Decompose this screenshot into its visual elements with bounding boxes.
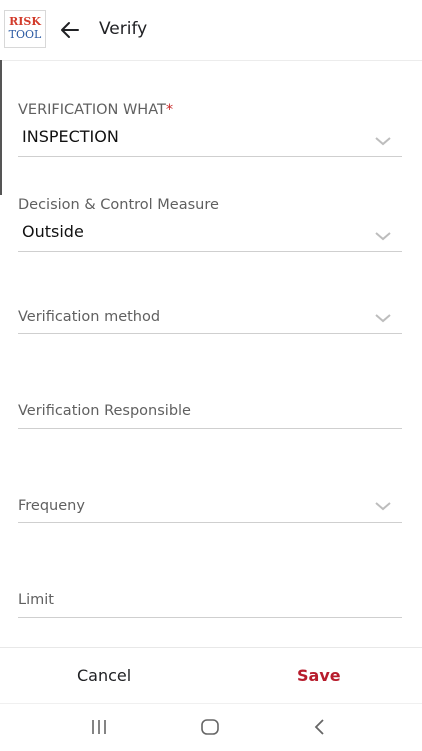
limit-input[interactable]: Limit — [18, 584, 402, 618]
frequency-label: Frequeny — [18, 498, 85, 514]
verification-what-value: INSPECTION — [22, 127, 119, 146]
logo-line2: TOOL — [8, 28, 42, 41]
verification-responsible-input[interactable]: Verification Responsible — [18, 395, 402, 429]
back-button[interactable] — [56, 16, 84, 44]
page-title: Verify — [99, 19, 148, 39]
decision-control-label: Decision & Control Measure — [18, 197, 219, 213]
decision-control-select[interactable]: Decision & Control Measure Outside — [18, 191, 402, 252]
verification-method-label: Verification method — [18, 309, 161, 325]
verification-method-select[interactable]: Verification method — [18, 300, 402, 334]
system-nav-bar — [0, 703, 422, 751]
logo-line1: RISK — [9, 15, 41, 28]
verification-responsible-label: Verification Responsible — [18, 403, 191, 419]
arrow-left-icon — [61, 22, 79, 38]
chevron-down-icon — [375, 314, 391, 323]
chevron-down-icon — [375, 502, 391, 511]
app-logo: RISK TOOL — [4, 10, 46, 48]
scroll-indicator — [0, 60, 2, 195]
verification-what-label-text: VERIFICATION WHAT — [18, 102, 166, 118]
app-header: RISK TOOL Verify — [0, 0, 422, 61]
back-icon[interactable] — [312, 718, 328, 736]
action-footer: Cancel Save — [0, 647, 422, 704]
verification-what-select[interactable]: VERIFICATION WHAT* INSPECTION — [18, 96, 402, 157]
decision-control-value: Outside — [22, 222, 84, 241]
save-button[interactable]: Save — [297, 666, 341, 685]
frequency-select[interactable]: Frequeny — [18, 489, 402, 523]
recents-icon[interactable] — [89, 718, 109, 736]
chevron-down-icon — [375, 232, 391, 241]
home-icon[interactable] — [199, 718, 221, 736]
chevron-down-icon — [375, 137, 391, 146]
required-mark: * — [165, 102, 174, 118]
limit-label: Limit — [18, 592, 54, 608]
verification-what-label: VERIFICATION WHAT* — [18, 102, 173, 118]
cancel-button[interactable]: Cancel — [77, 666, 131, 685]
